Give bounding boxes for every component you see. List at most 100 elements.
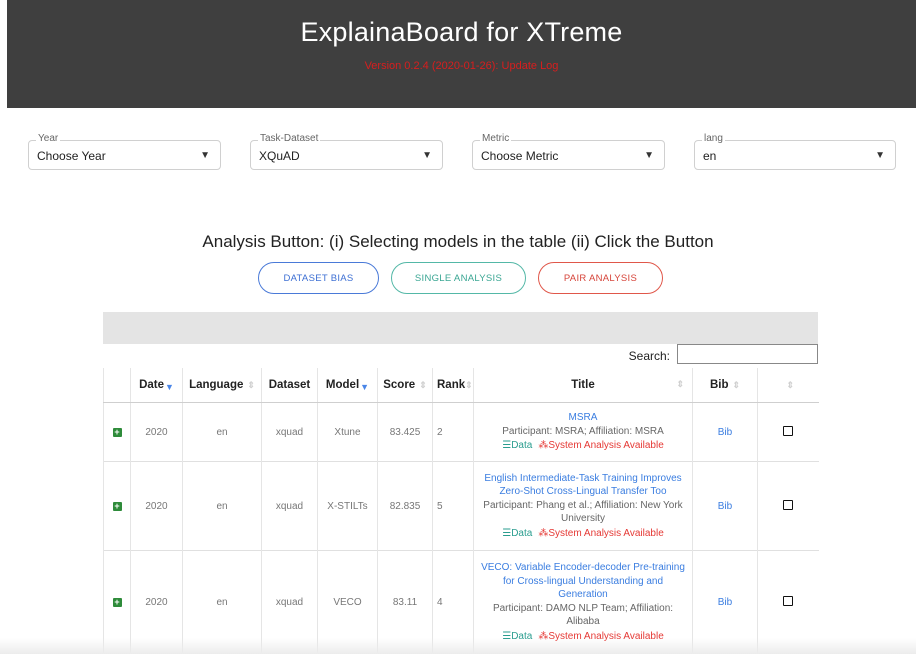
cell-model: Xtune — [317, 402, 378, 462]
column-header-dataset[interactable]: Dataset — [261, 368, 318, 403]
column-header-bib[interactable]: Bib ⇕ — [692, 368, 758, 403]
expand-column-header — [103, 368, 131, 403]
cell-dataset: xquad — [261, 402, 318, 462]
dataset-bias-button[interactable]: DATASET BIAS — [258, 262, 379, 294]
column-header-model[interactable]: Model▼ — [317, 368, 378, 403]
data-link-label: Data — [511, 527, 533, 539]
paper-title-link[interactable]: MSRA — [478, 411, 688, 425]
leaderboard-table: Date▼ Language ⇕ Dataset Model▼ Score ⇕ Ra… — [103, 368, 819, 653]
column-header-date[interactable]: Date▼ — [130, 368, 183, 403]
task-dataset-select-value: XQuAD — [259, 149, 300, 163]
cell-rank: 2 — [432, 402, 474, 462]
data-link[interactable]: ☰Data — [502, 528, 532, 539]
sort-icon: ⇕ — [465, 380, 473, 390]
page-header: ExplainaBoard for XTreme Version 0.2.4 (… — [7, 0, 916, 108]
system-analysis-label: System Analysis Available — [548, 527, 664, 539]
column-header-date-label: Date — [139, 378, 164, 391]
expand-row-button[interactable]: + — [103, 402, 131, 462]
table-toolbar — [103, 312, 818, 344]
column-header-model-label: Model — [325, 378, 360, 391]
plus-icon[interactable]: + — [112, 597, 122, 607]
chevron-down-icon: ▼ — [422, 150, 432, 161]
select-row-checkbox[interactable] — [783, 595, 794, 606]
column-header-language[interactable]: Language ⇕ — [182, 368, 262, 403]
pair-analysis-button[interactable]: PAIR ANALYSIS — [538, 262, 663, 294]
cell-title: English Intermediate-Task Training Impro… — [473, 461, 693, 551]
cell-language: en — [182, 461, 262, 551]
cell-select — [757, 461, 819, 551]
column-header-rank-label: Rank — [437, 379, 466, 391]
sort-desc-icon: ▼ — [165, 381, 174, 392]
cell-bib: Bib — [692, 461, 758, 551]
participant-info: Participant: MSRA; Affiliation: MSRA — [502, 425, 664, 437]
system-analysis-link[interactable]: ⁂System Analysis Available — [538, 528, 663, 539]
column-header-language-label: Language — [189, 379, 244, 391]
column-header-score-label: Score — [383, 379, 416, 391]
cell-title: MSRA Participant: MSRA; Affiliation: MSR… — [473, 402, 693, 462]
plus-icon[interactable]: + — [112, 427, 122, 437]
select-row-checkbox[interactable] — [783, 499, 794, 510]
chevron-down-icon: ▼ — [200, 150, 210, 161]
cell-date: 2020 — [130, 461, 183, 551]
cell-rank: 5 — [432, 461, 474, 551]
search-label: Search: — [628, 349, 670, 363]
cell-bib: Bib — [692, 402, 758, 462]
filter-bar: Year Choose Year ▼ Task-Dataset XQuAD ▼ … — [28, 133, 896, 170]
column-header-title[interactable]: Title ⇕ — [473, 368, 693, 403]
analysis-instructions: Analysis Button: (i) Selecting models in… — [202, 232, 714, 251]
network-icon: ⁂ — [538, 527, 549, 539]
year-select-label: Year — [36, 133, 61, 144]
table-row: + 2020 en xquad Xtune 83.425 2 MSRA Part… — [103, 402, 819, 462]
paper-title-link[interactable]: English Intermediate-Task Training Impro… — [478, 472, 688, 499]
metric-select[interactable]: Metric Choose Metric ▼ — [472, 133, 665, 170]
select-row-checkbox[interactable] — [783, 425, 794, 436]
bib-link[interactable]: Bib — [718, 501, 732, 512]
bib-link[interactable]: Bib — [718, 427, 732, 438]
database-icon: ☰ — [502, 440, 512, 452]
cell-language: en — [182, 402, 262, 462]
cell-select — [757, 402, 819, 462]
year-select[interactable]: Year Choose Year ▼ — [28, 133, 221, 170]
participant-info: Participant: Phang et al.; Affiliation: … — [483, 499, 683, 525]
bottom-fade — [0, 638, 916, 654]
page-title: ExplainaBoard for XTreme — [300, 17, 623, 47]
lang-select[interactable]: lang en ▼ — [694, 133, 896, 170]
chevron-down-icon: ▼ — [875, 150, 885, 161]
paper-title-link[interactable]: VECO: Variable Encoder-decoder Pre-train… — [478, 561, 688, 602]
sort-icon: ⇕ — [786, 380, 795, 390]
data-link[interactable]: ☰Data — [502, 440, 532, 451]
search-input[interactable] — [677, 344, 818, 364]
column-header-select[interactable]: ⇕ — [757, 368, 819, 403]
table-header-row: Date▼ Language ⇕ Dataset Model▼ Score ⇕ Ra… — [103, 368, 819, 403]
year-select-value: Choose Year — [37, 149, 106, 163]
bib-link[interactable]: Bib — [718, 597, 732, 608]
column-header-bib-label: Bib — [709, 379, 729, 391]
cell-model: X-STILTs — [317, 461, 378, 551]
table-row: + 2020 en xquad X-STILTs 82.835 5 Englis… — [103, 461, 819, 551]
column-header-rank[interactable]: Rank⇕ — [432, 368, 474, 403]
plus-icon[interactable]: + — [112, 501, 122, 511]
cell-score: 83.425 — [377, 402, 433, 462]
task-dataset-select-label: Task-Dataset — [258, 133, 321, 144]
lang-select-label: lang — [702, 133, 725, 144]
database-icon: ☰ — [502, 527, 512, 539]
task-dataset-select[interactable]: Task-Dataset XQuAD ▼ — [250, 133, 443, 170]
version-update-log-link[interactable]: Version 0.2.4 (2020-01-26): Update Log — [7, 60, 916, 72]
single-analysis-button[interactable]: SINGLE ANALYSIS — [391, 262, 526, 294]
table-search: Search: — [103, 344, 818, 368]
network-icon: ⁂ — [538, 440, 549, 452]
lang-select-value: en — [703, 149, 717, 163]
sort-icon: ⇕ — [419, 380, 427, 390]
sort-icon: ⇕ — [247, 380, 255, 390]
sort-icon: ⇕ — [676, 379, 684, 389]
expand-row-button[interactable]: + — [103, 461, 131, 551]
metric-select-value: Choose Metric — [481, 149, 559, 163]
participant-info: Participant: DAMO NLP Team; Affiliation:… — [492, 602, 674, 628]
cell-dataset: xquad — [261, 461, 318, 551]
sort-icon: ⇕ — [732, 380, 741, 390]
column-header-score[interactable]: Score ⇕ — [377, 368, 433, 403]
cell-date: 2020 — [130, 402, 183, 462]
system-analysis-label: System Analysis Available — [548, 440, 664, 452]
system-analysis-link[interactable]: ⁂System Analysis Available — [538, 440, 663, 451]
column-header-dataset-label: Dataset — [268, 379, 311, 391]
